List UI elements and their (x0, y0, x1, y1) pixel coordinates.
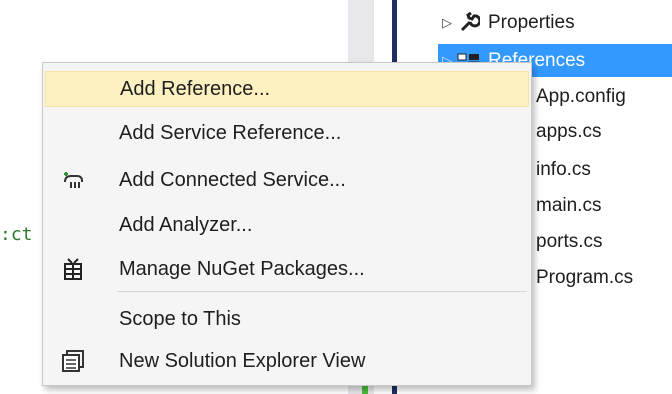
menu-item-add-service-reference[interactable]: Add Service Reference... (45, 115, 529, 151)
menu-item-manage-nuget-packages[interactable]: Manage NuGet Packages... (45, 251, 529, 287)
menu-item-label: Add Analyzer... (119, 213, 253, 236)
new-explorer-view-icon (61, 349, 85, 373)
menu-item-label: Add Service Reference... (119, 121, 342, 144)
nuget-package-icon (61, 257, 85, 281)
tree-item-program-cs[interactable]: Program.cs (536, 261, 633, 294)
tree-item-properties[interactable]: ▷ Properties (438, 6, 672, 39)
code-text: :ct (0, 224, 33, 245)
menu-separator (117, 291, 527, 292)
menu-item-label: Add Connected Service... (119, 168, 346, 191)
context-menu: Add Reference... Add Service Reference..… (42, 62, 532, 386)
tree-item-label: info.cs (536, 158, 591, 180)
tree-item-ports-cs[interactable]: ports.cs (536, 225, 603, 258)
tree-item-label: Program.cs (536, 266, 634, 288)
menu-item-add-analyzer[interactable]: Add Analyzer... (45, 207, 529, 243)
menu-item-add-connected-service[interactable]: Add Connected Service... (45, 162, 529, 198)
menu-item-scope-to-this[interactable]: Scope to This (45, 301, 529, 337)
menu-item-add-reference[interactable]: Add Reference... (45, 71, 529, 107)
tree-item-label: apps.cs (536, 120, 602, 142)
tree-item-label: Properties (488, 11, 575, 33)
tree-item-label: ports.cs (536, 230, 603, 252)
tree-item-main-cs[interactable]: main.cs (536, 189, 601, 222)
tree-item-label: App.config (536, 85, 626, 107)
menu-item-label: Add Reference... (120, 77, 271, 100)
tree-item-apps-cs[interactable]: apps.cs (536, 115, 601, 148)
menu-item-label: Manage NuGet Packages... (119, 257, 365, 280)
menu-item-label: Scope to This (119, 307, 241, 330)
menu-item-new-solution-explorer-view[interactable]: New Solution Explorer View (45, 343, 529, 379)
connected-service-icon (61, 168, 85, 192)
menu-item-label: New Solution Explorer View (119, 349, 366, 372)
tree-item-label: main.cs (536, 194, 602, 216)
tree-item-app-config[interactable]: App.config (536, 80, 626, 113)
tree-item-info-cs[interactable]: info.cs (536, 153, 591, 186)
wrench-icon (456, 11, 482, 34)
expand-arrow-icon[interactable]: ▷ (438, 15, 456, 31)
